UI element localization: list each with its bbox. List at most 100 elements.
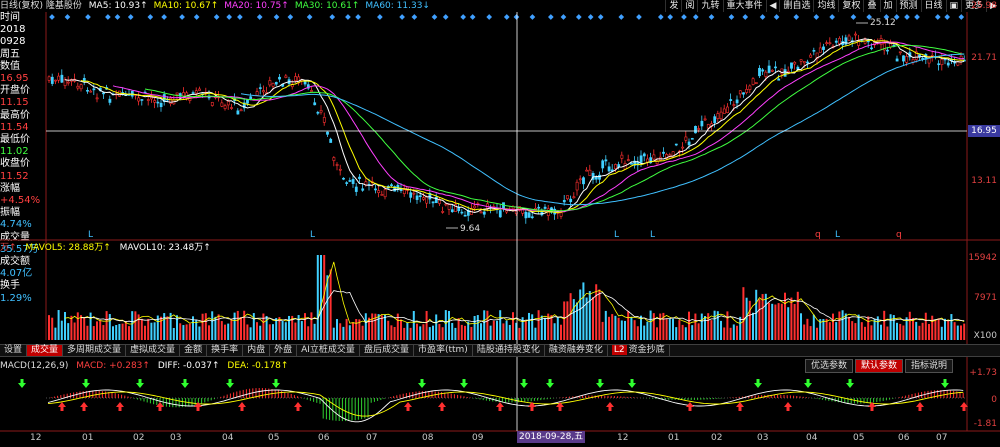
volume-bar xyxy=(544,318,546,340)
candle-body xyxy=(767,65,771,73)
indicator-tab[interactable]: 市盈率(ttm) xyxy=(414,345,473,356)
candle-body xyxy=(396,184,400,190)
volume-bar xyxy=(784,292,786,340)
macd-axis-low: -1.81 xyxy=(973,419,997,429)
candle-body xyxy=(390,184,393,187)
event-mark: L xyxy=(88,230,93,240)
candle-body xyxy=(159,102,163,108)
candle-body xyxy=(738,90,742,95)
volume-bar xyxy=(406,322,409,340)
param-button[interactable]: 指标说明 xyxy=(905,359,954,373)
event-diamond xyxy=(213,14,220,20)
candle-body xyxy=(626,159,630,161)
volume-bar xyxy=(886,326,889,340)
candle-body xyxy=(694,125,697,134)
volume-bar xyxy=(464,325,466,340)
candle-body xyxy=(479,211,483,214)
candle-body xyxy=(898,51,902,54)
indicator-tab[interactable]: 金额 xyxy=(180,345,208,356)
volume-bar xyxy=(924,312,927,340)
volume-bar xyxy=(147,318,150,340)
candle-body xyxy=(825,42,829,44)
indicator-tab[interactable]: 融资融券变化 xyxy=(545,345,608,356)
candle-body xyxy=(220,102,224,107)
low-marker: 9.64 xyxy=(460,224,481,234)
tab-label: 金额 xyxy=(184,345,203,355)
candle-body xyxy=(770,69,774,72)
volume-bar xyxy=(144,325,146,340)
event-diamond xyxy=(355,14,361,20)
volume-bar xyxy=(566,301,569,340)
candle-body xyxy=(66,81,70,84)
volume-bar xyxy=(828,322,831,340)
volume-bar xyxy=(348,325,351,340)
volume-bar xyxy=(339,323,342,340)
event-diamond xyxy=(114,14,121,20)
event-diamond xyxy=(49,14,55,20)
volume-bar xyxy=(172,327,175,340)
sell-arrow xyxy=(18,379,26,388)
volume-bar xyxy=(76,312,79,340)
time-axis-label: 06 xyxy=(318,433,330,443)
event-diamond xyxy=(287,14,294,20)
volume-bar xyxy=(201,313,204,340)
event-diamond xyxy=(411,14,418,20)
price-axis-mid: 21.71 xyxy=(971,53,997,63)
volume-bar xyxy=(950,314,953,340)
event-diamond xyxy=(513,14,520,20)
indicator-tab[interactable]: L2 资金抄底 xyxy=(608,345,670,356)
candle-body xyxy=(418,195,422,198)
time-axis-label: 01 xyxy=(668,433,680,443)
indicator-tab[interactable]: 外盘 xyxy=(270,345,298,356)
dea-value: DEA: -0.178↑ xyxy=(227,361,289,371)
volume-bar xyxy=(115,325,118,340)
param-button[interactable]: 默认参数 xyxy=(855,359,904,373)
indicator-tab[interactable]: 盘后成交量 xyxy=(360,345,414,356)
tab-label: 资金抄底 xyxy=(628,345,665,355)
tab-label: 陆股通持股变化 xyxy=(476,345,540,355)
volume-bar xyxy=(636,326,639,340)
volume-bar xyxy=(310,312,313,340)
indicator-tab[interactable]: AI立桩成交量 xyxy=(297,345,360,356)
event-diamond xyxy=(306,14,313,20)
candle-body xyxy=(425,196,429,204)
tab-label: 外盘 xyxy=(274,345,293,355)
event-diamond xyxy=(529,14,536,20)
volume-bar xyxy=(937,318,940,340)
candle-body xyxy=(870,47,873,50)
volume-bar xyxy=(297,315,300,340)
candle-body xyxy=(652,154,656,160)
candle-body xyxy=(354,186,358,192)
candle-body xyxy=(351,179,355,184)
indicator-tab[interactable]: 虚拟成交量 xyxy=(126,345,181,356)
candle-body xyxy=(57,75,61,81)
candle-body xyxy=(847,35,851,41)
volume-bar xyxy=(342,326,345,340)
volume-bar xyxy=(745,297,748,340)
volume-header: 万↑ MAVOL5: 28.88万↑ MAVOL10: 23.48万↑ xyxy=(0,243,217,254)
event-diamond xyxy=(560,14,567,20)
chart-canvas[interactable]: L L L Lq Lq xyxy=(0,0,1000,447)
candle-body xyxy=(198,88,201,91)
volume-bar xyxy=(240,317,242,340)
indicator-tab[interactable]: 换手率 xyxy=(207,345,244,356)
volume-bar xyxy=(288,315,290,340)
volume-bar xyxy=(220,321,223,340)
volume-bar xyxy=(416,323,418,340)
volume-bar xyxy=(336,319,338,340)
indicator-tab[interactable]: 陆股通持股变化 xyxy=(473,345,545,356)
volume-bar xyxy=(182,325,185,340)
param-button[interactable]: 优选参数 xyxy=(805,359,854,373)
indicator-tab[interactable]: 内盘 xyxy=(243,345,271,356)
event-diamond xyxy=(273,14,280,20)
volume-bar xyxy=(854,323,857,340)
volume-bar xyxy=(489,325,492,340)
volume-bar xyxy=(598,289,601,340)
indicator-tab[interactable]: 成交量 xyxy=(27,345,64,356)
indicator-tab[interactable]: 多周期成交量 xyxy=(63,345,127,356)
candle-body xyxy=(380,194,384,196)
candle-body xyxy=(946,62,950,66)
indicator-tab[interactable]: 设置 xyxy=(0,345,28,356)
sell-arrow xyxy=(846,379,854,388)
volume-bar xyxy=(563,301,566,340)
